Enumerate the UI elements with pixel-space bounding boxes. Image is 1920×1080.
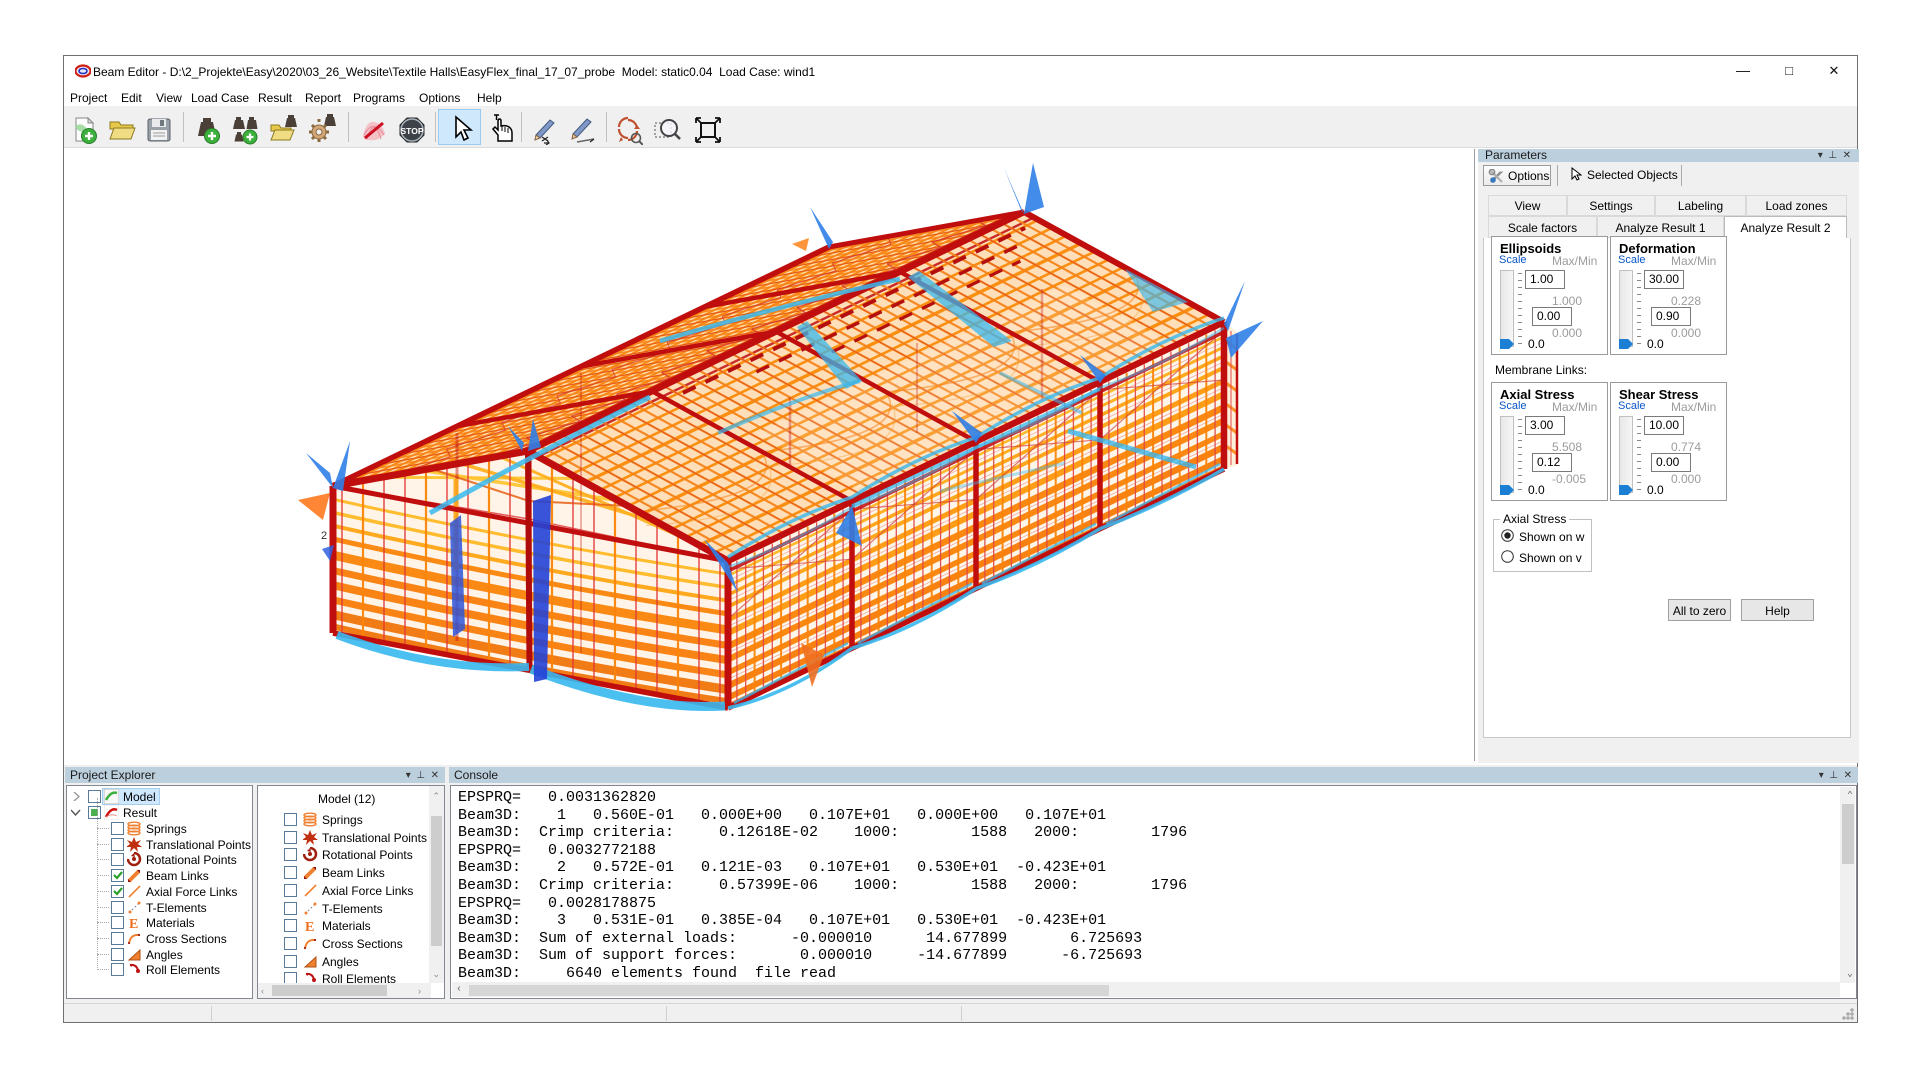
svg-text:E: E <box>305 920 314 933</box>
svg-text:E: E <box>129 917 138 930</box>
svg-text:2: 2 <box>321 530 327 542</box>
svg-text:STOP: STOP <box>401 126 424 136</box>
